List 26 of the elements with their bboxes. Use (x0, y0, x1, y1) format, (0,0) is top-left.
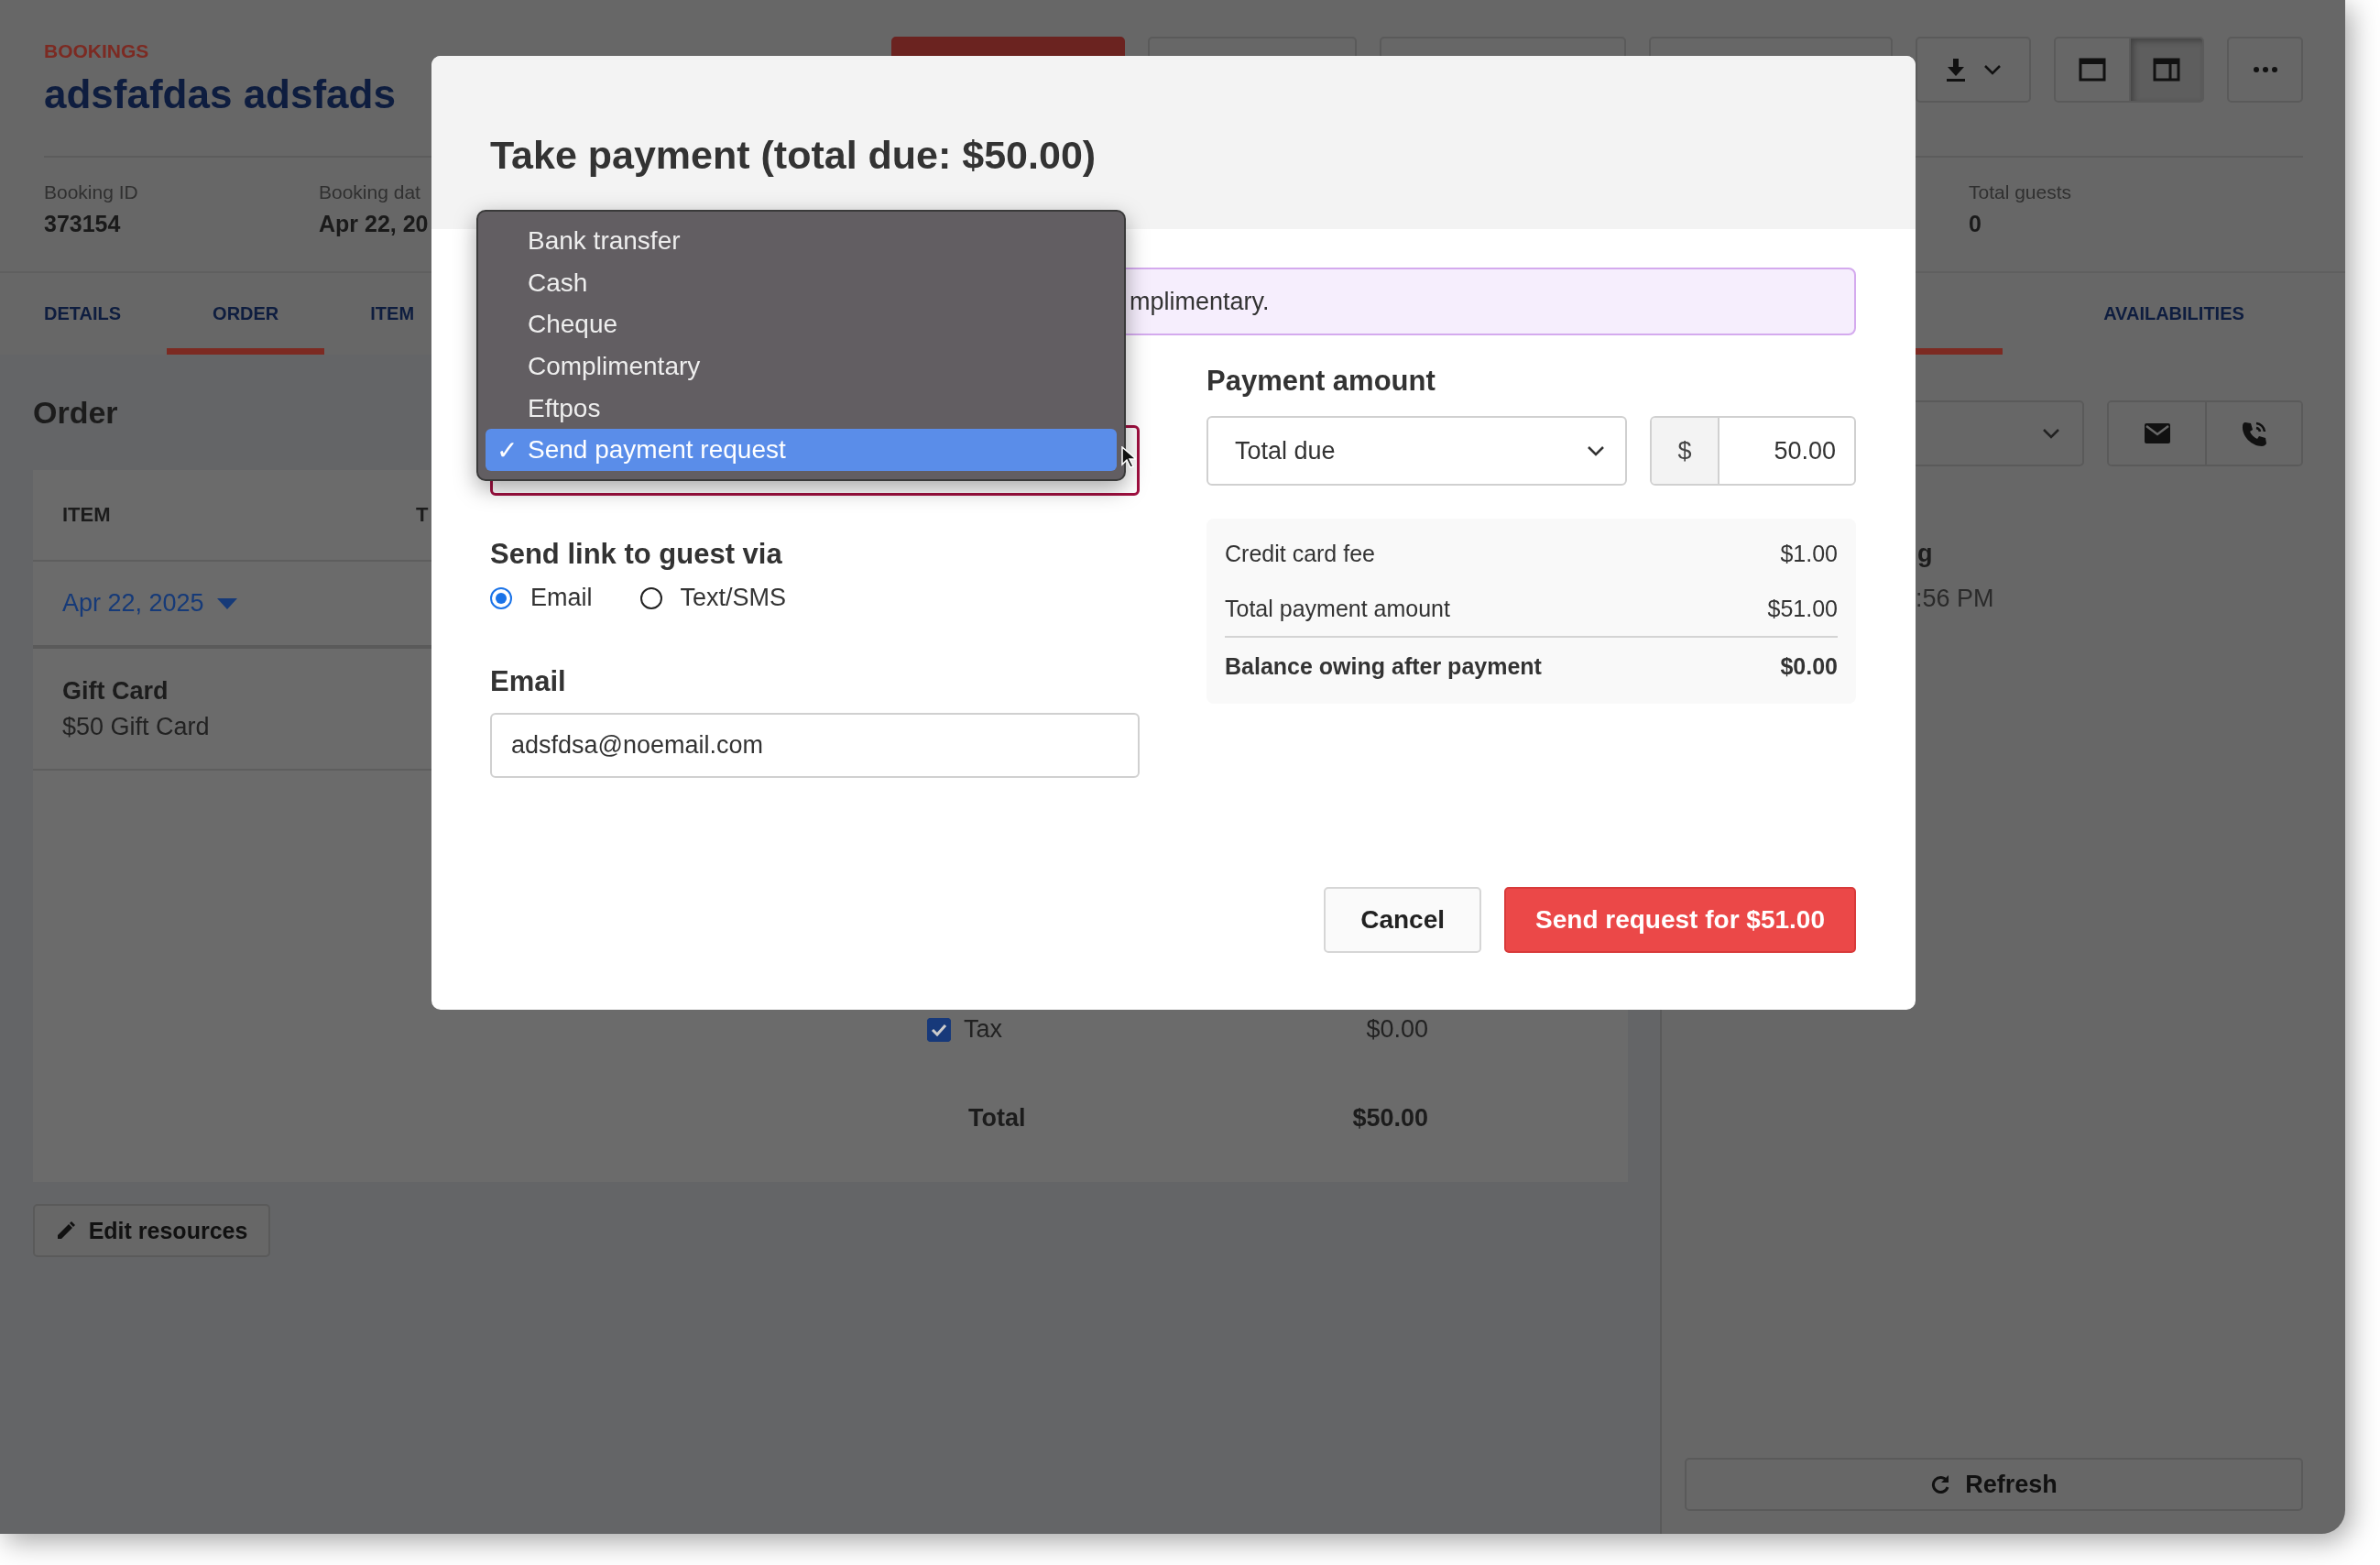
info-value: 373154 (44, 211, 122, 237)
column-header: ITEM (62, 503, 112, 527)
summary-value: $1.00 (1780, 540, 1838, 567)
field-label: Payment amount (1206, 365, 1436, 398)
item-name: Gift Card (62, 676, 169, 706)
entry-time: :56 PM (1916, 585, 1994, 613)
summary-label: Total payment amount (1225, 595, 1450, 622)
summary-label: Credit card fee (1225, 540, 1375, 567)
item-description: $50 Gift Card (62, 712, 210, 741)
dialog-title: Take payment (total due: $50.00) (490, 133, 1097, 178)
info-value: 0 (1969, 211, 1982, 237)
summary-label: Balance owing after payment (1225, 652, 1542, 680)
info-label: Booking dat (319, 181, 421, 203)
tax-amount: $0.00 (1366, 1015, 1428, 1044)
column-header: T (416, 503, 429, 527)
field-label: Send link to guest via (490, 538, 783, 571)
info-value: Apr 22, 20 (319, 211, 430, 237)
total-amount: $50.00 (1352, 1104, 1428, 1133)
section-heading: Order (33, 394, 118, 431)
total-label: Total (968, 1104, 1026, 1133)
summary-value: $51.00 (1767, 595, 1838, 622)
field-label: Email (490, 665, 567, 698)
entry-title: g (1917, 540, 1933, 568)
booking-title: adsfafdas adsfads (44, 71, 396, 117)
tax-label: Tax (964, 1015, 1003, 1044)
summary-value: $0.00 (1780, 652, 1838, 680)
